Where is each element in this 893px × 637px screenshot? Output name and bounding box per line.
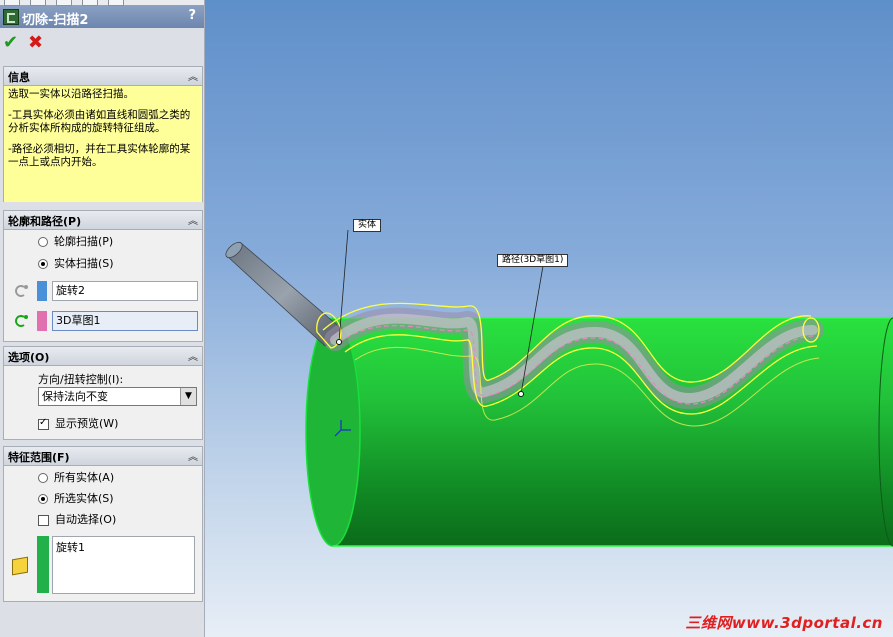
property-manager: 切除-扫描2 ? ✔ ✖ 信息 ︽ 选取一实体以沿路径扫描。 -工具实体必须由诸…: [0, 0, 205, 637]
radio-all-bodies[interactable]: 所有实体(A): [38, 469, 114, 485]
path-callout-anchor: [518, 391, 524, 397]
info-line: -工具实体必须由诸如直线和圆弧之类的分析实体所构成的旋转特征组成。: [8, 109, 191, 134]
radio-label: 实体扫描(S): [54, 257, 114, 270]
graphics-area[interactable]: 实体 路径(3D草图1) 三维网www.3dportal.cn: [205, 0, 893, 637]
path-field[interactable]: 3D草图1: [52, 311, 198, 331]
ok-button[interactable]: ✔: [3, 34, 21, 52]
radio-button[interactable]: [38, 473, 48, 483]
checkbox-label: 自动选择(O): [55, 513, 117, 526]
checkbox[interactable]: [38, 514, 49, 526]
collapse-icon[interactable]: ︽: [188, 68, 198, 83]
body-callout[interactable]: 实体: [353, 219, 382, 232]
collapse-icon[interactable]: ︽: [188, 448, 198, 463]
solid-body-icon: [12, 556, 28, 576]
auto-select-checkbox[interactable]: 自动选择(O): [38, 511, 116, 527]
info-message: 选取一实体以沿路径扫描。 -工具实体必须由诸如直线和圆弧之类的分析实体所构成的旋…: [4, 86, 202, 202]
profile-path-title: 轮廓和路径(P): [8, 215, 82, 228]
feature-title-bar: 切除-扫描2 ?: [0, 6, 204, 28]
profile-path-section: 轮廓和路径(P) ︽ 轮廓扫描(P) 实体扫描(S) 旋转2 3D草图1: [3, 210, 203, 342]
cylinder-end-face: [305, 317, 361, 547]
model-view[interactable]: [205, 0, 893, 637]
orientation-value: 保持法向不变: [42, 390, 108, 403]
dropdown-arrow-icon[interactable]: ▼: [180, 388, 196, 405]
info-line: -路径必须相切，并在工具实体轮廓的某一点上或点内开始。: [8, 143, 191, 168]
checkbox-label: 显示预览(W): [55, 417, 119, 430]
path-color: [37, 311, 47, 331]
path-callout[interactable]: 路径(3D草图1): [497, 254, 569, 267]
options-header[interactable]: 选项(O) ︽: [4, 347, 202, 366]
body-callout-anchor: [336, 339, 342, 345]
tool-rod: [226, 242, 344, 347]
feature-scope-title: 特征范围(F): [8, 451, 70, 464]
bodies-list[interactable]: 旋转1: [52, 536, 195, 594]
tool-body-color: [37, 281, 47, 301]
cancel-button[interactable]: ✖: [28, 34, 46, 52]
radio-solid-sweep[interactable]: 实体扫描(S): [38, 255, 114, 271]
orientation-label: 方向/扭转控制(I):: [38, 373, 124, 386]
radio-label: 所有实体(A): [54, 471, 115, 484]
info-section-title: 信息: [8, 71, 30, 84]
bodies-color: [37, 536, 49, 593]
info-section-header[interactable]: 信息 ︽: [4, 67, 202, 86]
options-section: 选项(O) ︽ 方向/扭转控制(I): 保持法向不变 ▼ 显示预览(W): [3, 346, 203, 440]
feature-scope-header[interactable]: 特征范围(F) ︽: [4, 447, 202, 466]
watermark: 三维网www.3dportal.cn: [685, 614, 883, 632]
checkbox[interactable]: [38, 417, 49, 430]
info-section: 信息 ︽ 选取一实体以沿路径扫描。 -工具实体必须由诸如直线和圆弧之类的分析实体…: [3, 66, 203, 202]
show-preview-checkbox[interactable]: 显示预览(W): [38, 415, 118, 431]
path-icon: [15, 315, 28, 327]
help-button[interactable]: ?: [188, 8, 196, 23]
cut-sweep-icon: [3, 9, 19, 25]
info-line: 选取一实体以沿路径扫描。: [8, 88, 134, 100]
list-item[interactable]: 旋转1: [53, 537, 194, 557]
radio-button[interactable]: [38, 259, 48, 269]
radio-label: 轮廓扫描(P): [54, 235, 114, 248]
tool-body-icon: [15, 285, 28, 297]
orientation-dropdown[interactable]: 保持法向不变 ▼: [38, 387, 197, 406]
collapse-icon[interactable]: ︽: [188, 212, 198, 227]
radio-button[interactable]: [38, 494, 48, 504]
radio-selected-bodies[interactable]: 所选实体(S): [38, 490, 114, 506]
feature-title: 切除-扫描2: [22, 13, 89, 28]
feature-scope-section: 特征范围(F) ︽ 所有实体(A) 所选实体(S) 自动选择(O) 旋转1: [3, 446, 203, 602]
radio-label: 所选实体(S): [54, 492, 114, 505]
collapse-icon[interactable]: ︽: [188, 348, 198, 363]
tool-body-field[interactable]: 旋转2: [52, 281, 198, 301]
radio-button[interactable]: [38, 237, 48, 247]
profile-path-header[interactable]: 轮廓和路径(P) ︽: [4, 211, 202, 230]
radio-profile-sweep[interactable]: 轮廓扫描(P): [38, 233, 113, 249]
options-title: 选项(O): [8, 351, 50, 364]
